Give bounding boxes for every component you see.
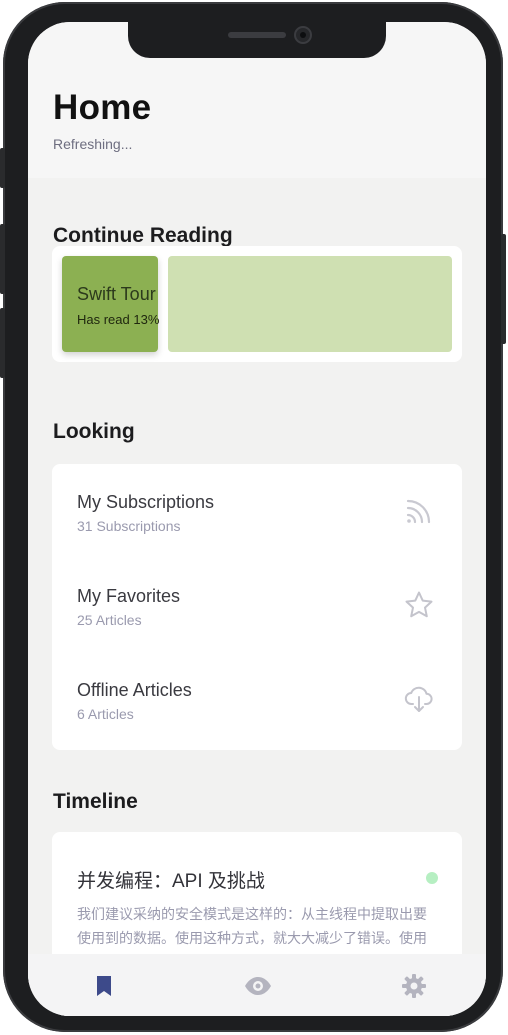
refresh-status: Refreshing... bbox=[53, 136, 133, 152]
device-notch bbox=[128, 22, 386, 58]
gear-icon[interactable] bbox=[394, 966, 434, 1006]
book-card-swift-tour[interactable]: Swift Tour Has read 13% bbox=[62, 256, 160, 352]
volume-up-button bbox=[0, 224, 5, 294]
tab-bar bbox=[28, 954, 486, 1016]
timeline-entry-title: 并发编程：API 及挑战 bbox=[77, 871, 265, 892]
book-progress: Has read 13% bbox=[77, 312, 160, 327]
item-subtitle: 25 Articles bbox=[77, 612, 142, 628]
timeline-heading: Timeline bbox=[53, 790, 138, 813]
continue-reading-card: Swift Tour Has read 13% bbox=[52, 246, 462, 362]
front-camera bbox=[294, 26, 312, 44]
continue-reading-heading: Continue Reading bbox=[53, 224, 233, 247]
page-title: Home bbox=[53, 88, 152, 127]
volume-down-button bbox=[0, 308, 5, 378]
book-title: Swift Tour bbox=[77, 284, 156, 304]
item-title: Offline Articles bbox=[77, 680, 192, 700]
eye-icon[interactable] bbox=[238, 966, 278, 1006]
looking-heading: Looking bbox=[53, 420, 135, 443]
home-content[interactable]: Continue Reading Swift Tour Has read 13%… bbox=[28, 178, 486, 1016]
item-subtitle: 31 Subscriptions bbox=[77, 518, 181, 534]
app-screen: Home Refreshing... Continue Reading Swif… bbox=[28, 22, 486, 1016]
list-item-offline[interactable]: Offline Articles 6 Articles bbox=[52, 652, 462, 746]
item-title: My Subscriptions bbox=[77, 492, 215, 512]
book-cover-backdrop bbox=[168, 256, 452, 352]
bookmark-icon[interactable] bbox=[84, 966, 124, 1006]
looking-card: My Subscriptions 31 Subscriptions My Fav… bbox=[52, 464, 462, 750]
rss-icon bbox=[406, 499, 431, 524]
cloud-download-icon bbox=[404, 686, 433, 712]
list-item-favorites[interactable]: My Favorites 25 Articles bbox=[52, 558, 462, 652]
list-item-subscriptions[interactable]: My Subscriptions 31 Subscriptions bbox=[52, 464, 462, 558]
power-button bbox=[501, 234, 506, 344]
mute-switch bbox=[0, 148, 5, 188]
item-title: My Favorites bbox=[77, 586, 181, 606]
status-dot bbox=[426, 872, 438, 884]
star-icon bbox=[405, 591, 433, 618]
speaker-grille bbox=[228, 32, 286, 38]
phone-frame: Home Refreshing... Continue Reading Swif… bbox=[0, 2, 506, 1032]
item-subtitle: 6 Articles bbox=[77, 706, 134, 722]
